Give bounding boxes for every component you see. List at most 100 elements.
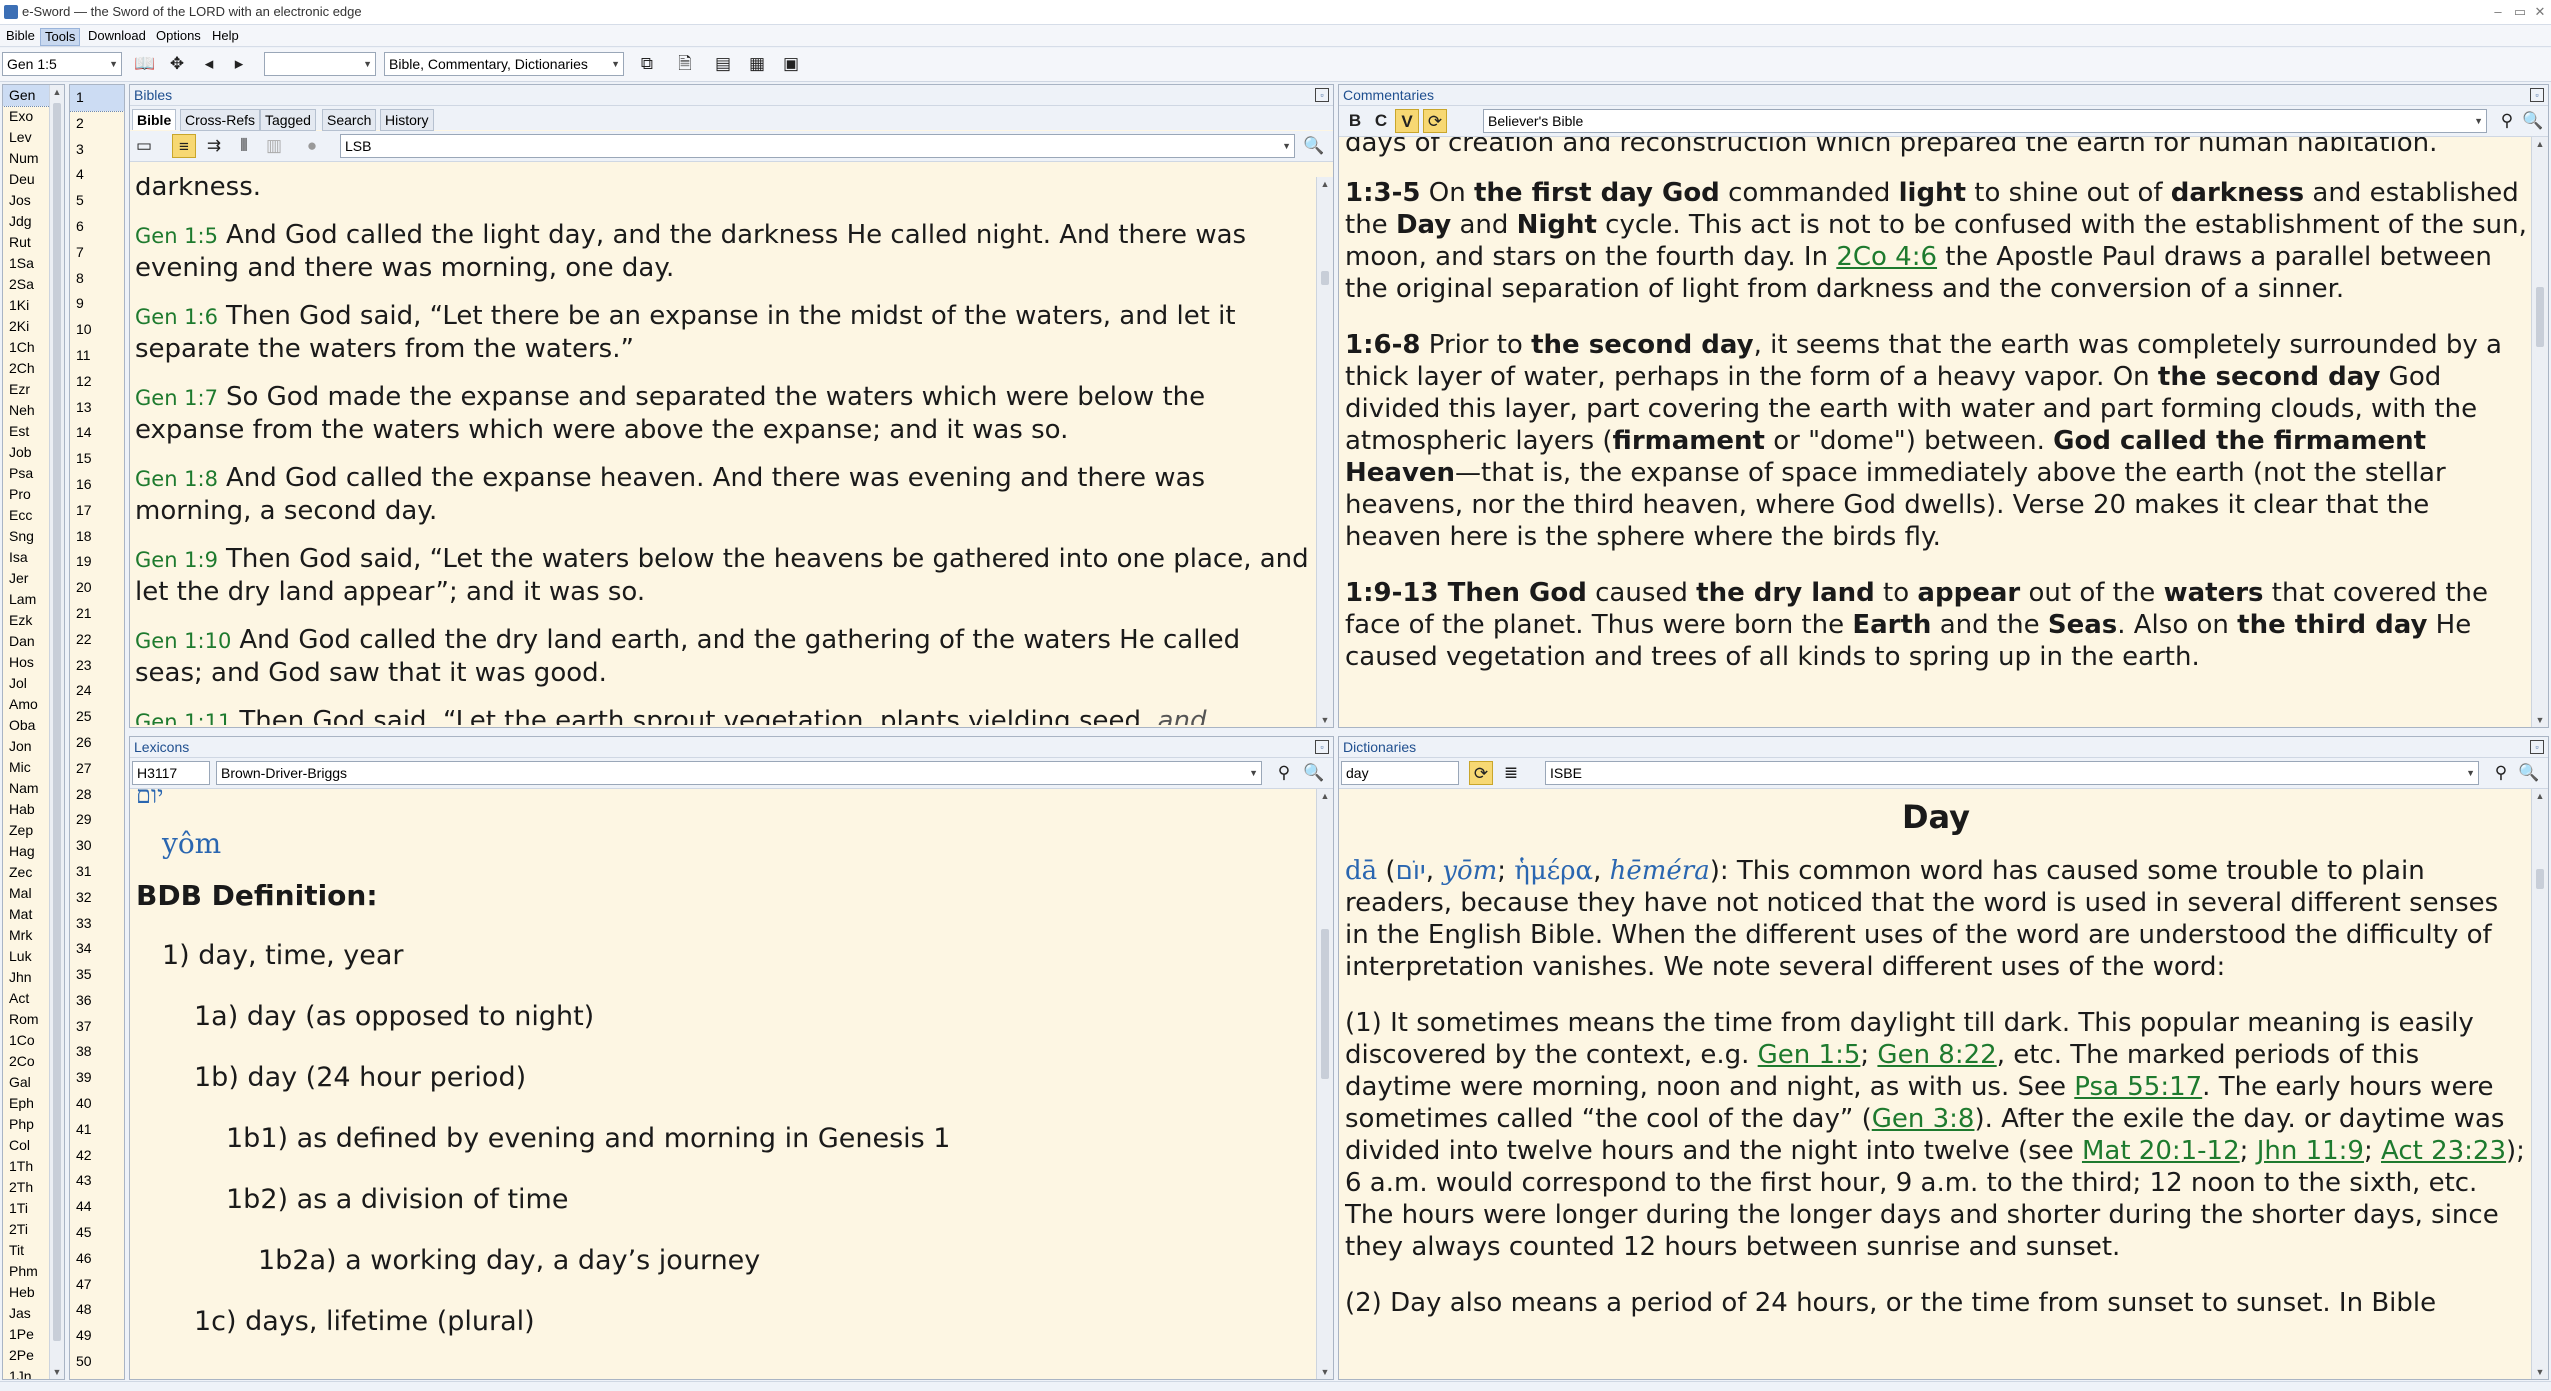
chapter-item[interactable]: 17 (70, 498, 124, 524)
chapter-list[interactable]: 1 2 3 4 5 6 7 8 9 10 11 12 13 14 15 16 17 18 19 20 21 22 23 24 2… (69, 84, 125, 1380)
calendar-icon[interactable]: ▦ (744, 52, 770, 76)
chapter-comment-button[interactable]: C (1369, 109, 1393, 133)
chapter-item[interactable]: 10 (70, 317, 124, 343)
back-arrow-icon[interactable]: ◂ (196, 52, 222, 76)
chapter-item[interactable]: 26 (70, 730, 124, 756)
chapter-item[interactable]: 20 (70, 575, 124, 601)
grid-icon[interactable]: ▥ (262, 134, 286, 158)
chapter-item[interactable]: 6 (70, 214, 124, 240)
chapter-item[interactable]: 12 (70, 369, 124, 395)
dictionary-module-combo[interactable]: ISBE ▼ (1545, 761, 2479, 785)
chapter-item[interactable]: 22 (70, 627, 124, 653)
bible-version-combo[interactable]: LSB ▼ (340, 134, 1295, 158)
chapter-item[interactable]: 29 (70, 807, 124, 833)
chapter-item[interactable]: 4 (70, 162, 124, 188)
search-document-icon[interactable]: 🔍 (1302, 134, 1326, 158)
book-list-scrollbar[interactable]: ▲ ▼ (49, 85, 64, 1379)
scroll-thumb[interactable] (1321, 271, 1329, 285)
scroll-thumb[interactable] (2536, 869, 2544, 889)
tab-history[interactable]: History (380, 109, 434, 131)
chapter-item[interactable]: 27 (70, 756, 124, 782)
compass-icon[interactable]: ✥ (164, 52, 190, 76)
search-icon[interactable]: ⚲ (2495, 109, 2519, 133)
verse-reference[interactable]: Gen 1:7 (135, 386, 218, 410)
chapter-item[interactable]: 1 (70, 85, 124, 112)
minimize-icon[interactable]: – (2488, 3, 2508, 21)
maximize-icon[interactable]: ▫ (2530, 740, 2544, 754)
verse-reference[interactable]: Gen 1:6 (135, 305, 218, 329)
verse-comment-button[interactable]: V (1395, 109, 1419, 133)
scroll-up-icon[interactable]: ▲ (1317, 791, 1333, 801)
chapter-item[interactable]: 49 (70, 1323, 124, 1349)
bible-scrollbar[interactable]: ▲ ▼ (1316, 177, 1333, 727)
chapter-item[interactable]: 28 (70, 782, 124, 808)
chapter-item[interactable]: 50 (70, 1349, 124, 1375)
chapter-item[interactable]: 23 (70, 653, 124, 679)
search-document-icon[interactable]: 🔍 (1302, 761, 1326, 785)
verse-reference[interactable]: Gen 1:5 (135, 224, 218, 248)
search-document-icon[interactable]: 🔍 (2517, 761, 2541, 785)
forward-arrow-icon[interactable]: ▸ (226, 52, 252, 76)
notes-icon[interactable]: ▣ (778, 52, 804, 76)
maximize-icon[interactable]: ▭ (2510, 3, 2530, 21)
chapter-item[interactable]: 8 (70, 266, 124, 292)
scripture-link[interactable]: Psa 55:17 (2074, 1072, 2202, 1102)
chapter-item[interactable]: 7 (70, 240, 124, 266)
record-icon[interactable]: ● (300, 134, 324, 158)
verse-reference[interactable]: Gen 1:10 (135, 629, 231, 653)
chapter-item[interactable]: 14 (70, 420, 124, 446)
tab-cross-refs[interactable]: Cross-Refs (180, 109, 261, 131)
chapter-item[interactable]: 35 (70, 962, 124, 988)
lexicon-scrollbar[interactable]: ▲ ▼ (1316, 789, 1333, 1379)
chapter-item[interactable]: 38 (70, 1039, 124, 1065)
menu-tools[interactable]: Tools (40, 28, 81, 46)
scripture-link[interactable]: Gen 1:5 (1758, 1040, 1861, 1070)
chapter-item[interactable]: 15 (70, 446, 124, 472)
sync-icon[interactable]: ⟳ (1469, 761, 1493, 785)
sync-icon[interactable]: ⟳ (1423, 109, 1447, 133)
chapter-item[interactable]: 19 (70, 549, 124, 575)
commentary-module-combo[interactable]: Believer's Bible ▼ (1483, 109, 2487, 133)
chapter-item[interactable]: 31 (70, 859, 124, 885)
search-scope-combo[interactable]: ▼ (264, 52, 376, 76)
book-list[interactable]: Gen Exo Lev Num Deu Jos Jdg Rut 1Sa 2Sa 1Ki 2Ki 1Ch 2… (2, 84, 65, 1380)
parallel-icon[interactable]: ⦀ (232, 134, 256, 158)
chapter-item[interactable]: 21 (70, 601, 124, 627)
maximize-icon[interactable]: ▫ (2530, 88, 2544, 102)
scripture-link[interactable]: Act 23:23 (2381, 1136, 2506, 1166)
compare-icon[interactable]: ⇉ (202, 134, 226, 158)
search-icon[interactable]: ⚲ (1272, 761, 1296, 785)
chapter-item[interactable]: 43 (70, 1168, 124, 1194)
scripture-link[interactable]: Jhn 11:9 (2257, 1136, 2364, 1166)
chapter-item[interactable]: 5 (70, 188, 124, 214)
chapter-item[interactable]: 30 (70, 833, 124, 859)
single-view-icon[interactable]: ▭ (132, 134, 156, 158)
chapter-item[interactable]: 11 (70, 343, 124, 369)
chapter-item[interactable]: 2 (70, 111, 124, 137)
chapter-item[interactable]: 18 (70, 524, 124, 550)
chapter-item[interactable]: 24 (70, 678, 124, 704)
scroll-up-icon[interactable]: ▲ (2532, 791, 2548, 801)
close-icon[interactable]: ✕ (2530, 3, 2550, 21)
chapter-item[interactable]: 44 (70, 1194, 124, 1220)
lexicon-module-combo[interactable]: Brown-Driver-Briggs ▼ (216, 761, 1262, 785)
menu-options[interactable]: Options (152, 28, 205, 44)
copy-icon[interactable]: ⧉ (634, 52, 660, 76)
reference-combo[interactable]: Gen 1:5 ▼ (2, 52, 122, 76)
chapter-item[interactable]: 39 (70, 1065, 124, 1091)
chapter-item[interactable]: 40 (70, 1091, 124, 1117)
maximize-icon[interactable]: ▫ (1315, 740, 1329, 754)
verse-reference[interactable]: Gen 1:9 (135, 548, 218, 572)
scroll-down-icon[interactable]: ▼ (1317, 1367, 1333, 1377)
chapter-item[interactable]: 48 (70, 1297, 124, 1323)
scroll-thumb[interactable] (53, 103, 61, 1341)
list-icon[interactable]: ≣ (1499, 761, 1523, 785)
chapter-item[interactable]: 46 (70, 1246, 124, 1272)
search-icon[interactable]: ⚲ (2489, 761, 2513, 785)
chapter-item[interactable]: 42 (70, 1143, 124, 1169)
tab-search[interactable]: Search (322, 109, 377, 131)
chapter-item[interactable]: 34 (70, 936, 124, 962)
verse-reference[interactable]: Gen 1:11 (135, 710, 231, 725)
chapter-item[interactable]: 33 (70, 911, 124, 937)
scroll-up-icon[interactable]: ▲ (1317, 179, 1333, 189)
